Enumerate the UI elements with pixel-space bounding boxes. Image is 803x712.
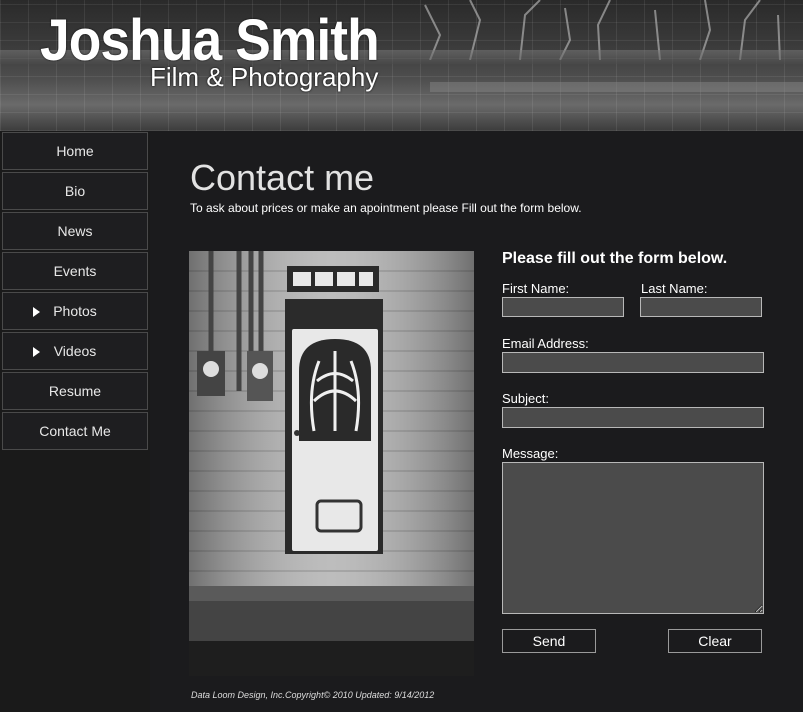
nav-item-news[interactable]: News [2,212,148,250]
footer-copyright: Data Loom Design, Inc.Copyright© 2010 Up… [191,690,435,700]
nav-item-videos[interactable]: Videos [2,332,148,370]
send-button[interactable]: Send [502,629,596,653]
email-field[interactable] [502,352,764,373]
nav-item-label: Home [56,143,94,159]
first-name-field[interactable] [502,297,624,317]
nav-item-label: News [57,223,93,239]
nav-item-events[interactable]: Events [2,252,148,290]
last-name-label: Last Name: [641,281,708,296]
nav-item-photos[interactable]: Photos [2,292,148,330]
nav-item-label: Contact Me [39,423,111,439]
main-content: Contact me To ask about prices or make a… [150,131,803,712]
subject-field[interactable] [502,407,764,428]
message-textarea[interactable] [502,462,764,614]
form-heading: Please fill out the form below. [502,250,728,267]
nav-item-label: Resume [48,383,102,399]
page-subtitle: To ask about prices or make an apointmen… [190,201,582,215]
nav-item-home[interactable]: Home [2,132,148,170]
nav-item-label: Bio [64,183,86,199]
header-banner: Joshua Smith Film & Photography [0,0,803,131]
nav-item-resume[interactable]: Resume [2,372,148,410]
submenu-arrow-icon [33,307,40,317]
email-label: Email Address: [502,336,589,351]
nav-item-label: Events [53,263,97,279]
message-label: Message: [502,446,559,461]
subject-label: Subject: [502,391,549,406]
door-photo [189,251,474,676]
page-title: Contact me [190,157,375,198]
clear-button[interactable]: Clear [668,629,762,653]
nav-item-label: Videos [53,343,97,359]
nav-item-bio[interactable]: Bio [2,172,148,210]
nav-item-contact-me[interactable]: Contact Me [2,412,148,450]
last-name-field[interactable] [640,297,762,317]
first-name-label: First Name: [502,281,570,296]
submenu-arrow-icon [33,347,40,357]
banner-pool-step [430,82,803,92]
site-tagline: Film & Photography [150,62,379,92]
nav-item-label: Photos [53,303,97,319]
sidebar-nav: Home Bio News Events Photos Videos Resum… [0,131,150,712]
